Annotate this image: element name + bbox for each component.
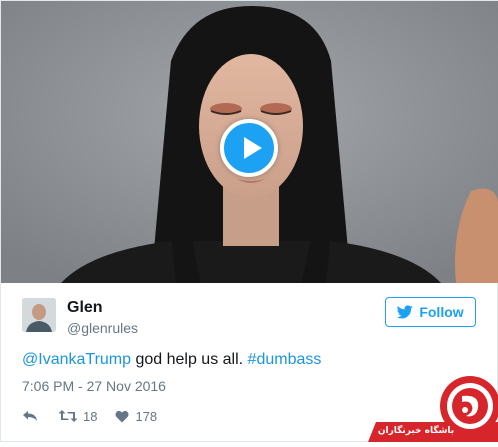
follow-label: Follow xyxy=(419,304,464,320)
play-button[interactable] xyxy=(220,119,278,177)
tweet-text: @IvankaTrump god help us all. #dumbass xyxy=(22,351,321,369)
avatar[interactable] xyxy=(22,298,56,332)
mention-link[interactable]: @IvankaTrump xyxy=(22,351,131,368)
avatar-image xyxy=(22,298,56,332)
twitter-bird-icon xyxy=(397,305,414,319)
hashtag-link[interactable]: #dumbass xyxy=(248,351,322,368)
like-button[interactable]: 178 xyxy=(115,409,157,424)
watermark-text: باشگاه خبرنگاران xyxy=(377,426,455,436)
author-handle[interactable]: @glenrules xyxy=(67,320,138,336)
author-name[interactable]: Glen xyxy=(67,299,103,317)
retweet-icon xyxy=(58,410,78,422)
reply-button[interactable] xyxy=(22,409,38,423)
retweet-count: 18 xyxy=(83,408,98,424)
like-count: 178 xyxy=(135,408,158,424)
follow-button[interactable]: Follow xyxy=(385,297,476,327)
play-icon xyxy=(244,137,262,159)
retweet-button[interactable]: 18 xyxy=(58,409,97,424)
reply-icon xyxy=(23,411,37,421)
tweet-text-body: god help us all. xyxy=(131,351,248,368)
timestamp-link[interactable]: 7:06 PM - 27 Nov 2016 xyxy=(22,378,166,394)
tweet-actions: 18 178 xyxy=(22,407,157,425)
video-thumbnail[interactable] xyxy=(1,1,498,283)
heart-icon xyxy=(115,410,129,422)
